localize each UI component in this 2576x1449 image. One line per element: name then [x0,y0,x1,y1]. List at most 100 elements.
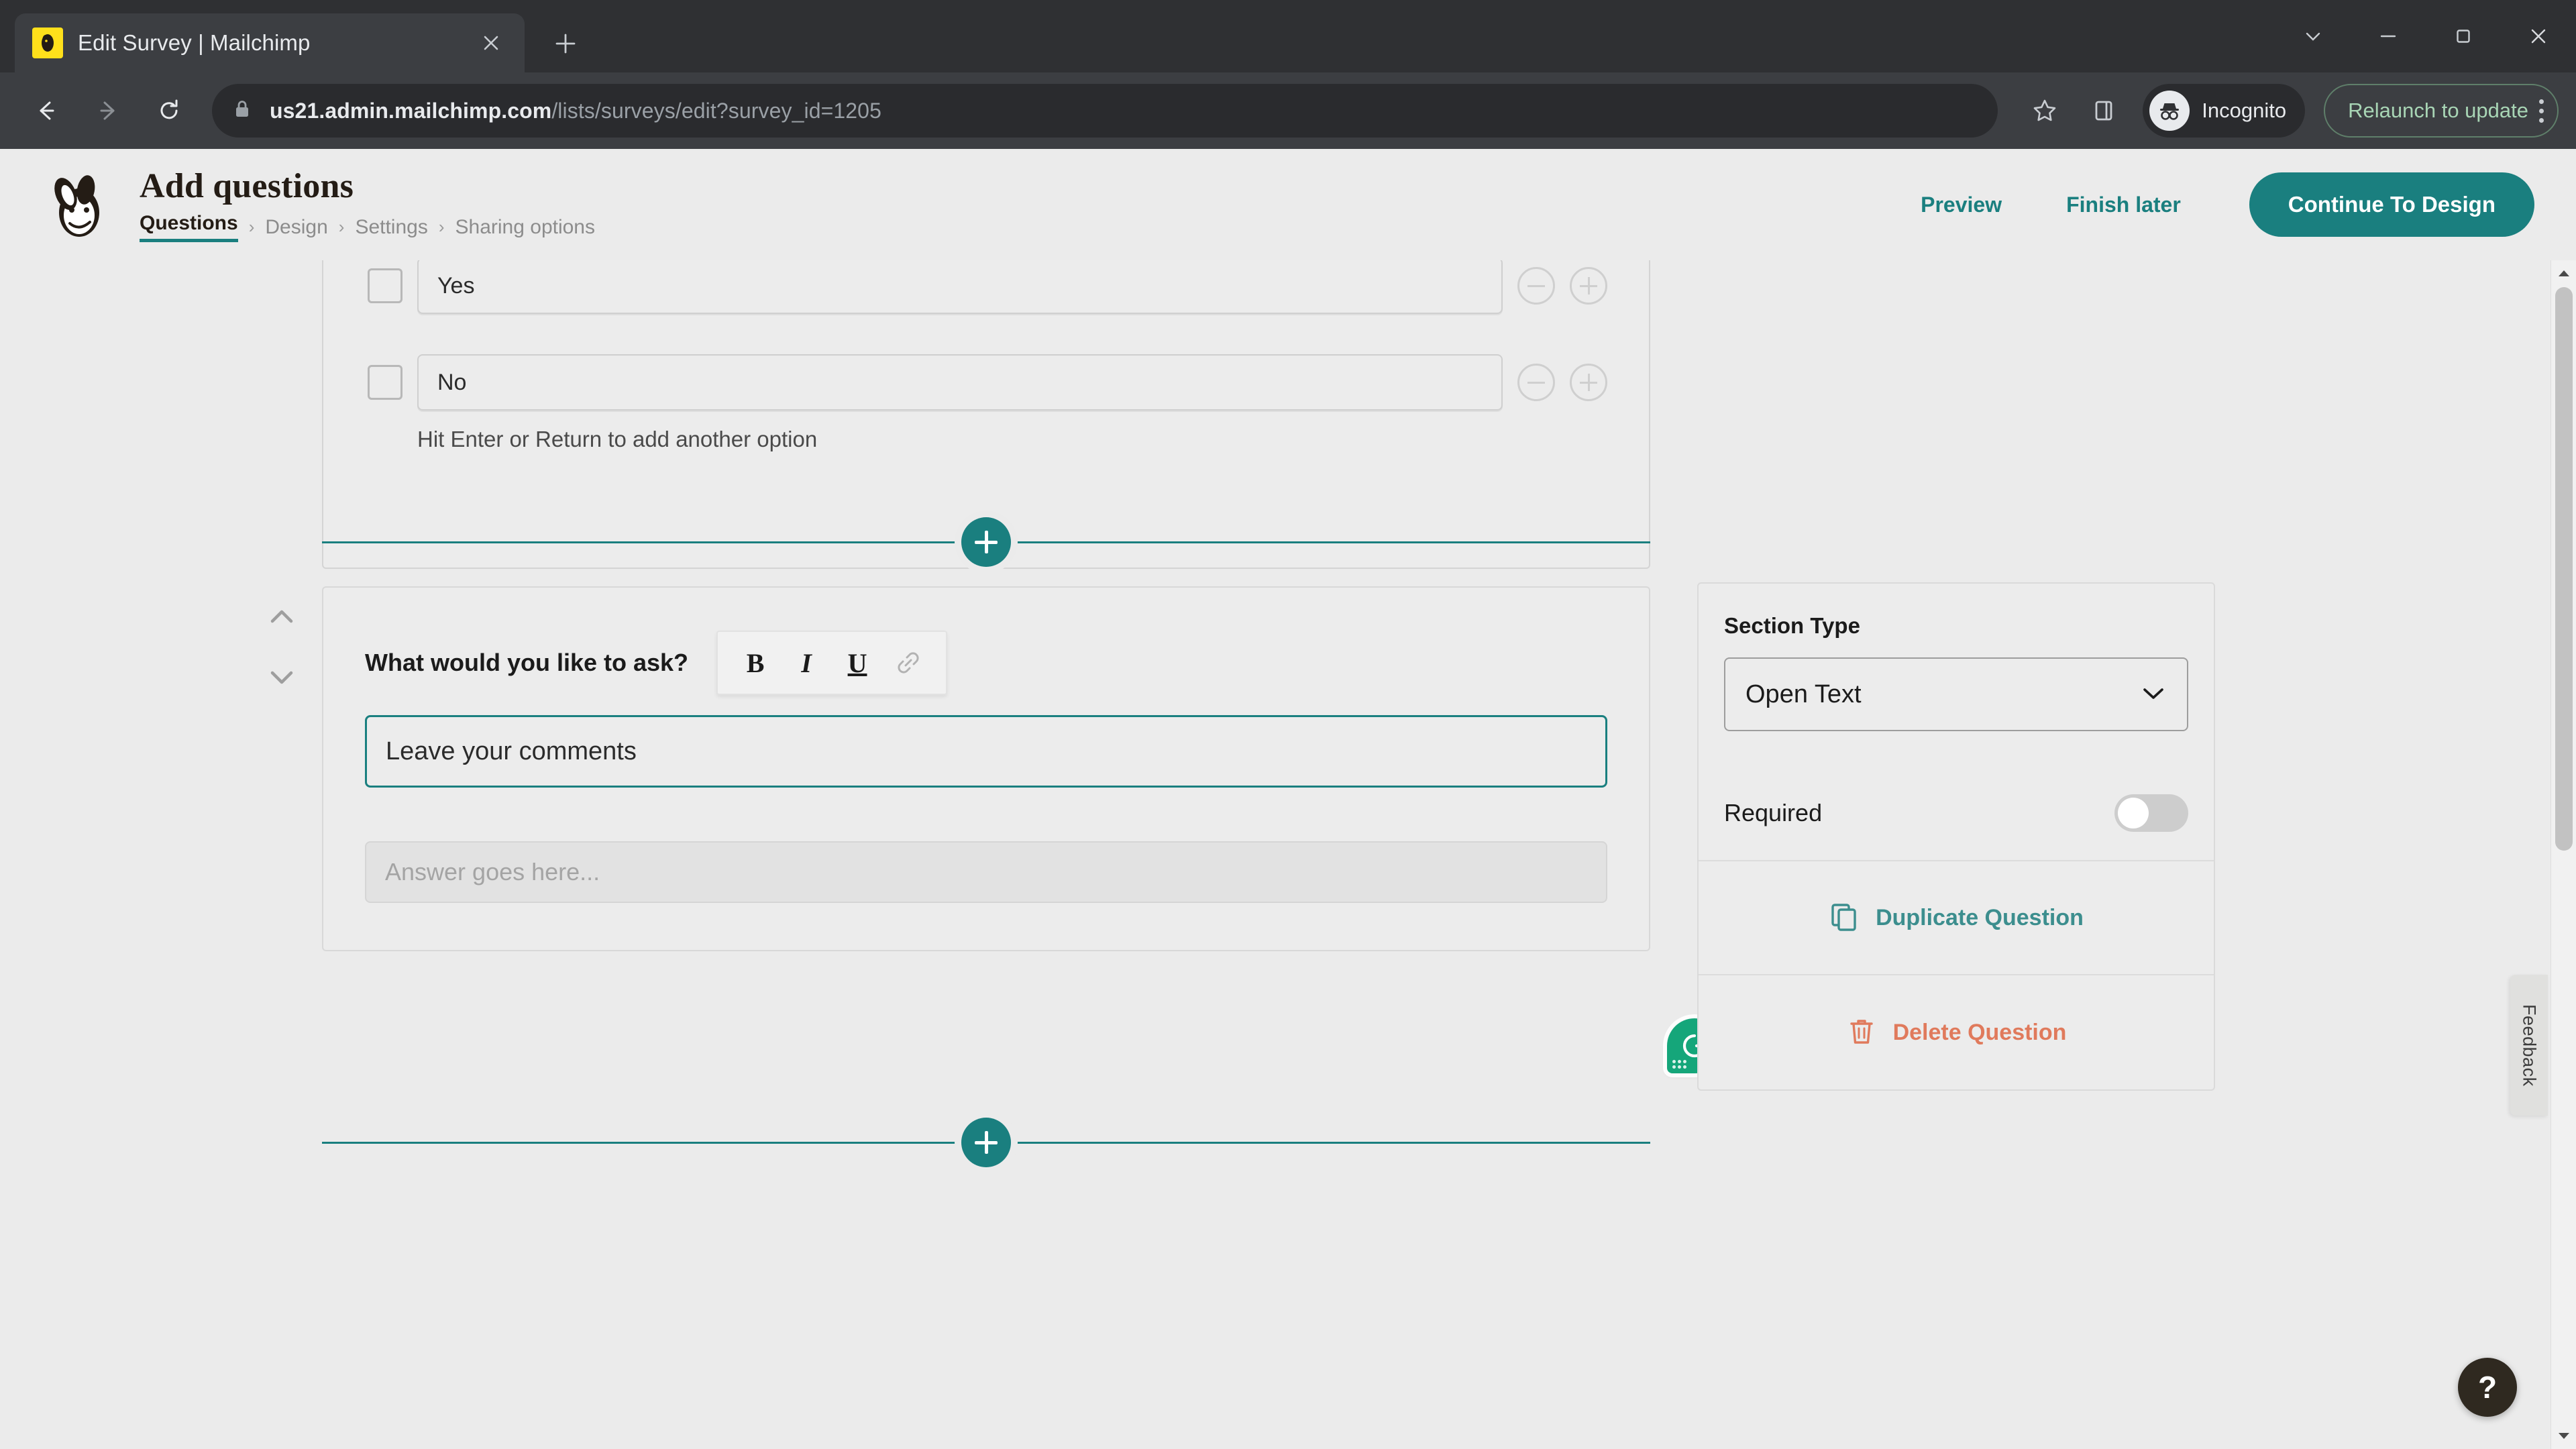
section-type-select[interactable]: Open Text [1724,657,2188,731]
new-tab-button[interactable] [542,20,589,67]
header-actions: Preview Finish later Continue To Design [1888,172,2534,237]
option-checkbox-no[interactable] [368,365,402,400]
toggle-knob [2118,798,2149,828]
window-controls [2275,0,2576,72]
relaunch-label: Relaunch to update [2348,99,2528,122]
chevron-down-icon [2140,680,2167,709]
scroll-up-icon[interactable] [2551,260,2576,286]
minimize-icon [2380,35,2396,38]
add-question-button-bottom[interactable] [961,1118,1011,1167]
move-question-up-button[interactable] [267,606,297,630]
side-panel-icon [2095,101,2112,121]
relaunch-to-update-button[interactable]: Relaunch to update [2324,84,2559,138]
underline-icon[interactable]: U [832,637,883,688]
minus-circle-icon[interactable] [1517,364,1555,401]
maximize-icon [2457,30,2470,43]
duplicate-question-button[interactable]: Duplicate Question [1699,861,2214,975]
scrollbar-thumb[interactable] [2555,287,2573,851]
add-question-button-top[interactable] [961,517,1011,567]
trash-icon [1846,1016,1877,1050]
plus-circle-icon[interactable] [1570,364,1607,401]
window-maximize-button[interactable] [2426,0,2501,72]
duplicate-question-label: Duplicate Question [1876,904,2084,930]
option-checkbox-yes[interactable] [368,268,402,303]
kebab-menu-icon[interactable] [2539,99,2544,123]
feedback-tab-label: Feedback [2519,1004,2540,1087]
breadcrumb-item-sharing-options[interactable]: Sharing options [455,216,595,239]
breadcrumb-separator: › [338,217,345,237]
link-icon[interactable] [883,637,934,688]
survey-canvas: Yes No Hit Enter or Return to add anothe… [0,260,2576,1449]
page-scrollbar[interactable] [2551,260,2576,1449]
chevron-up-icon [270,610,293,623]
breadcrumb: Questions › Design › Settings › Sharing … [140,212,595,243]
tab-title: Edit Survey | Mailchimp [78,30,311,55]
scroll-down-icon[interactable] [2551,1424,2576,1449]
add-option-hint: Hit Enter or Return to add another optio… [417,427,818,451]
breadcrumb-separator: › [248,217,255,237]
window-minimize-button[interactable] [2351,0,2426,72]
grammarly-drag-handle[interactable] [1672,1060,1686,1069]
close-icon [2531,29,2546,44]
window-close-button[interactable] [2501,0,2576,72]
minus-circle-icon[interactable] [1517,267,1555,305]
app-header: Add questions Questions › Design › Setti… [0,149,2576,260]
reorder-controls [267,606,297,691]
url-text: us21.admin.mailchimp.com/lists/surveys/e… [270,99,881,123]
incognito-icon [2149,91,2190,131]
question-label-row: What would you like to ask? B I U [365,631,1607,695]
address-bar[interactable]: us21.admin.mailchimp.com/lists/surveys/e… [212,84,1998,138]
forward-button[interactable] [79,83,136,139]
mailchimp-favicon [32,28,63,58]
option-input-no[interactable]: No [417,354,1503,411]
section-type-label: Section Type [1724,613,1860,638]
tab-strip: Edit Survey | Mailchimp [0,0,2576,72]
back-button[interactable] [17,83,74,139]
profile-incognito-button[interactable]: Incognito [2143,84,2306,138]
option-row: No [323,350,1649,415]
close-icon[interactable] [475,27,507,59]
breadcrumb-item-questions[interactable]: Questions [140,212,238,243]
required-label: Required [1724,799,1823,826]
delete-question-label: Delete Question [1892,1019,2067,1045]
bookmark-button[interactable] [2018,84,2072,138]
lock-icon [232,98,252,124]
section-type-group: Section Type Open Text [1699,584,2214,766]
finish-later-button[interactable]: Finish later [2034,193,2213,217]
side-panel-button[interactable] [2077,84,2131,138]
question-text-input[interactable]: Leave your comments [365,715,1607,788]
duplicate-icon [1829,901,1860,935]
mailchimp-freddie-logo [42,168,114,241]
window-chevron-down-button[interactable] [2275,0,2351,72]
required-row: Required [1699,766,2214,861]
feedback-tab[interactable]: Feedback [2510,975,2548,1116]
url-path: /lists/surveys/edit?survey_id=1205 [551,98,881,123]
add-question-divider-top [322,517,1650,567]
bold-icon[interactable]: B [730,637,781,688]
breadcrumb-item-design[interactable]: Design [265,216,327,239]
help-button[interactable]: ? [2458,1358,2517,1417]
question-prompt-label: What would you like to ask? [365,649,689,676]
star-icon [2033,99,2056,121]
answer-preview-input: Answer goes here... [365,841,1607,903]
page-title: Add questions [140,166,354,205]
continue-to-design-button[interactable]: Continue To Design [2249,172,2534,237]
option-input-yes[interactable]: Yes [417,260,1503,314]
reload-button[interactable] [141,83,197,139]
plus-circle-icon[interactable] [1570,267,1607,305]
rich-text-toolbar: B I U [716,631,948,695]
delete-question-button[interactable]: Delete Question [1699,975,2214,1089]
browser-tab[interactable]: Edit Survey | Mailchimp [15,13,525,72]
chevron-down-icon [2306,32,2320,41]
move-question-down-button[interactable] [267,667,297,691]
preview-button[interactable]: Preview [1888,193,2034,217]
question-card: What would you like to ask? B I U Leave … [270,586,1650,951]
question-settings-panel: Section Type Open Text Required Duplicat… [1697,582,2215,1091]
browser-window: Edit Survey | Mailchimp us21.admin.mailc… [0,0,2576,1449]
browser-toolbar: us21.admin.mailchimp.com/lists/surveys/e… [0,72,2576,149]
help-icon: ? [2477,1370,2498,1405]
required-toggle[interactable] [2114,794,2188,832]
italic-icon[interactable]: I [781,637,832,688]
section-type-value: Open Text [1746,680,1862,708]
breadcrumb-item-settings[interactable]: Settings [355,216,427,239]
